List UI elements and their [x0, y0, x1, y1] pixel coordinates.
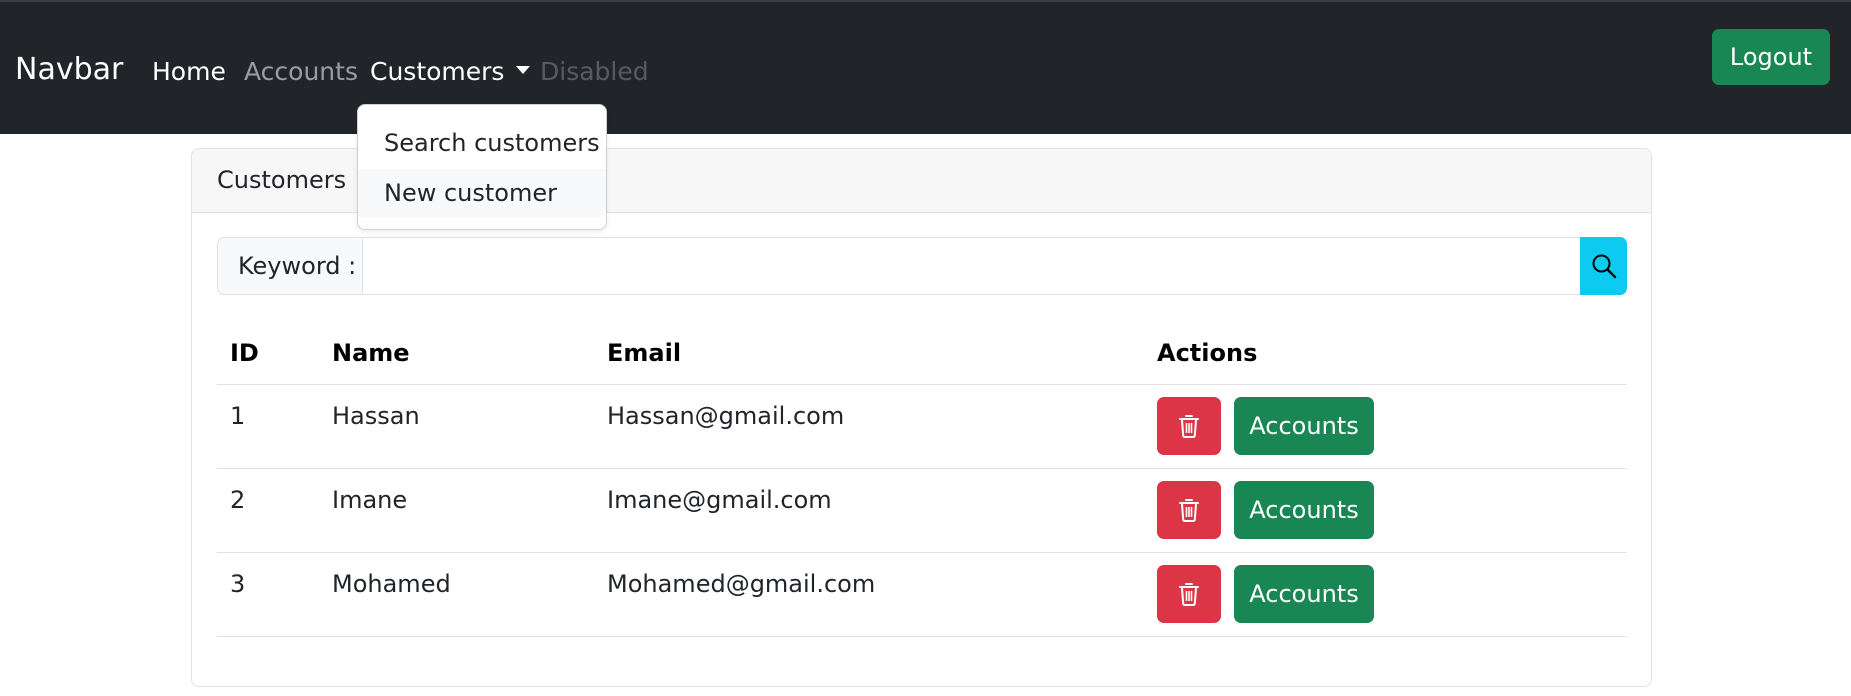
row-divider — [217, 468, 1627, 469]
navbar-brand[interactable]: Navbar — [15, 50, 123, 90]
accounts-button[interactable]: Accounts — [1234, 397, 1374, 455]
keyword-label: Keyword : — [217, 237, 363, 295]
navbar: Navbar Home Accounts Customers Disabled … — [0, 0, 1851, 134]
cell-email: Hassan@gmail.com — [607, 402, 845, 430]
table-header-divider — [217, 384, 1627, 385]
trash-icon — [1179, 583, 1199, 606]
col-header-email: Email — [607, 339, 682, 367]
nav-link-accounts[interactable]: Accounts — [244, 55, 358, 89]
delete-button[interactable] — [1157, 565, 1221, 623]
dropdown-item-new-customer[interactable]: New customer — [358, 169, 606, 217]
search-icon — [1592, 254, 1616, 279]
caret-down-icon — [516, 66, 531, 74]
cell-id: 1 — [230, 402, 246, 430]
delete-button[interactable] — [1157, 481, 1221, 539]
nav-link-disabled: Disabled — [540, 57, 649, 86]
keyword-input[interactable] — [362, 237, 1581, 295]
search-button[interactable] — [1580, 237, 1627, 295]
search-input-group: Keyword : — [217, 237, 1627, 295]
cell-name: Mohamed — [332, 570, 451, 598]
trash-icon — [1179, 415, 1199, 438]
row-divider — [217, 636, 1627, 637]
delete-button[interactable] — [1157, 397, 1221, 455]
nav-dropdown-customers-label: Customers — [370, 57, 505, 86]
nav-dropdown-customers[interactable]: Customers — [370, 55, 531, 89]
cell-id: 2 — [230, 486, 246, 514]
col-header-actions: Actions — [1157, 339, 1258, 367]
logout-button[interactable]: Logout — [1712, 29, 1830, 85]
cell-name: Imane — [332, 486, 408, 514]
dropdown-item-search-customers[interactable]: Search customers — [358, 119, 606, 167]
nav-link-home[interactable]: Home — [152, 55, 226, 89]
trash-icon — [1179, 499, 1199, 522]
row-divider — [217, 552, 1627, 553]
cell-email: Mohamed@gmail.com — [607, 570, 876, 598]
cell-email: Imane@gmail.com — [607, 486, 832, 514]
col-header-id: ID — [230, 339, 259, 367]
col-header-name: Name — [332, 339, 410, 367]
accounts-button[interactable]: Accounts — [1234, 481, 1374, 539]
cell-name: Hassan — [332, 402, 420, 430]
cell-id: 3 — [230, 570, 246, 598]
customers-dropdown-menu: Search customers New customer — [357, 104, 607, 230]
accounts-button[interactable]: Accounts — [1234, 565, 1374, 623]
